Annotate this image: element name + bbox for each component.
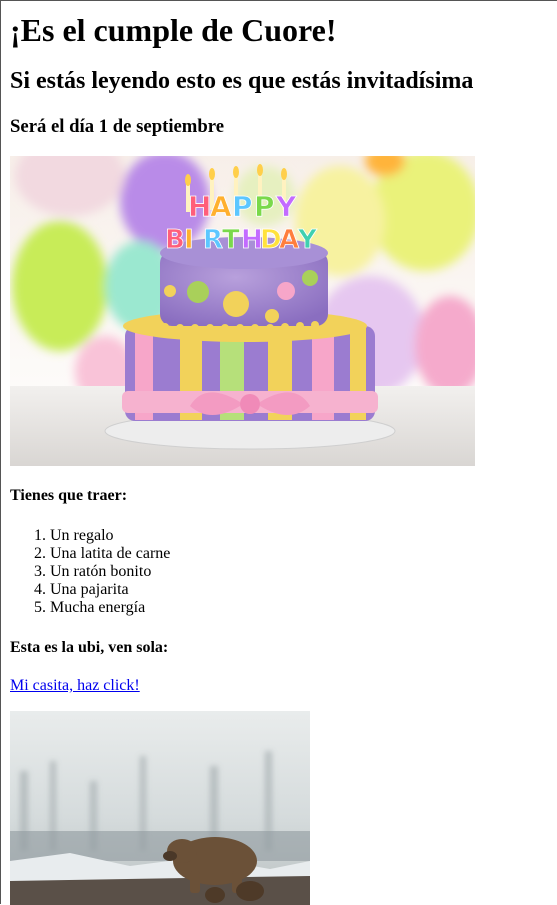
invitation-subtitle: Si estás leyendo esto es que estás invit… xyxy=(10,68,474,94)
list-item: Un regalo xyxy=(50,527,170,545)
cake-topper-letter: R xyxy=(203,225,223,255)
cake-topper-letter: T xyxy=(222,225,240,255)
birthday-cake-image: HA P P YB I RT HDAY xyxy=(10,156,475,466)
cake-topper-letter: I xyxy=(184,225,194,255)
list-item: Mucha energía xyxy=(50,599,170,617)
bring-list: Un regalo Una latita de carne Un ratón b… xyxy=(10,527,170,617)
bear-photo xyxy=(10,711,310,905)
list-item: Una latita de carne xyxy=(50,545,170,563)
list-item: Una pajarita xyxy=(50,581,170,599)
cake-topper-letter: A xyxy=(210,190,232,223)
location-link[interactable]: Mi casita, haz click! xyxy=(10,677,140,695)
cake-topper-letter: Y xyxy=(297,225,318,255)
cake-topper-letter: H xyxy=(188,190,211,223)
cake-topper-letter: B xyxy=(165,225,185,255)
page-title: ¡Es el cumple de Cuore! xyxy=(10,12,337,48)
cake-topper-letter: P xyxy=(232,190,253,223)
party-date: Será el día 1 de septiembre xyxy=(10,116,225,137)
bring-list-title: Tienes que traer: xyxy=(10,487,128,504)
list-item: Un ratón bonito xyxy=(50,563,170,581)
location-title: Esta es la ubi, ven sola: xyxy=(10,639,169,656)
cake-topper-letter: A xyxy=(279,225,299,255)
cake-topper-letter: Y xyxy=(275,190,297,223)
cake-topper-letter: P xyxy=(254,190,275,223)
